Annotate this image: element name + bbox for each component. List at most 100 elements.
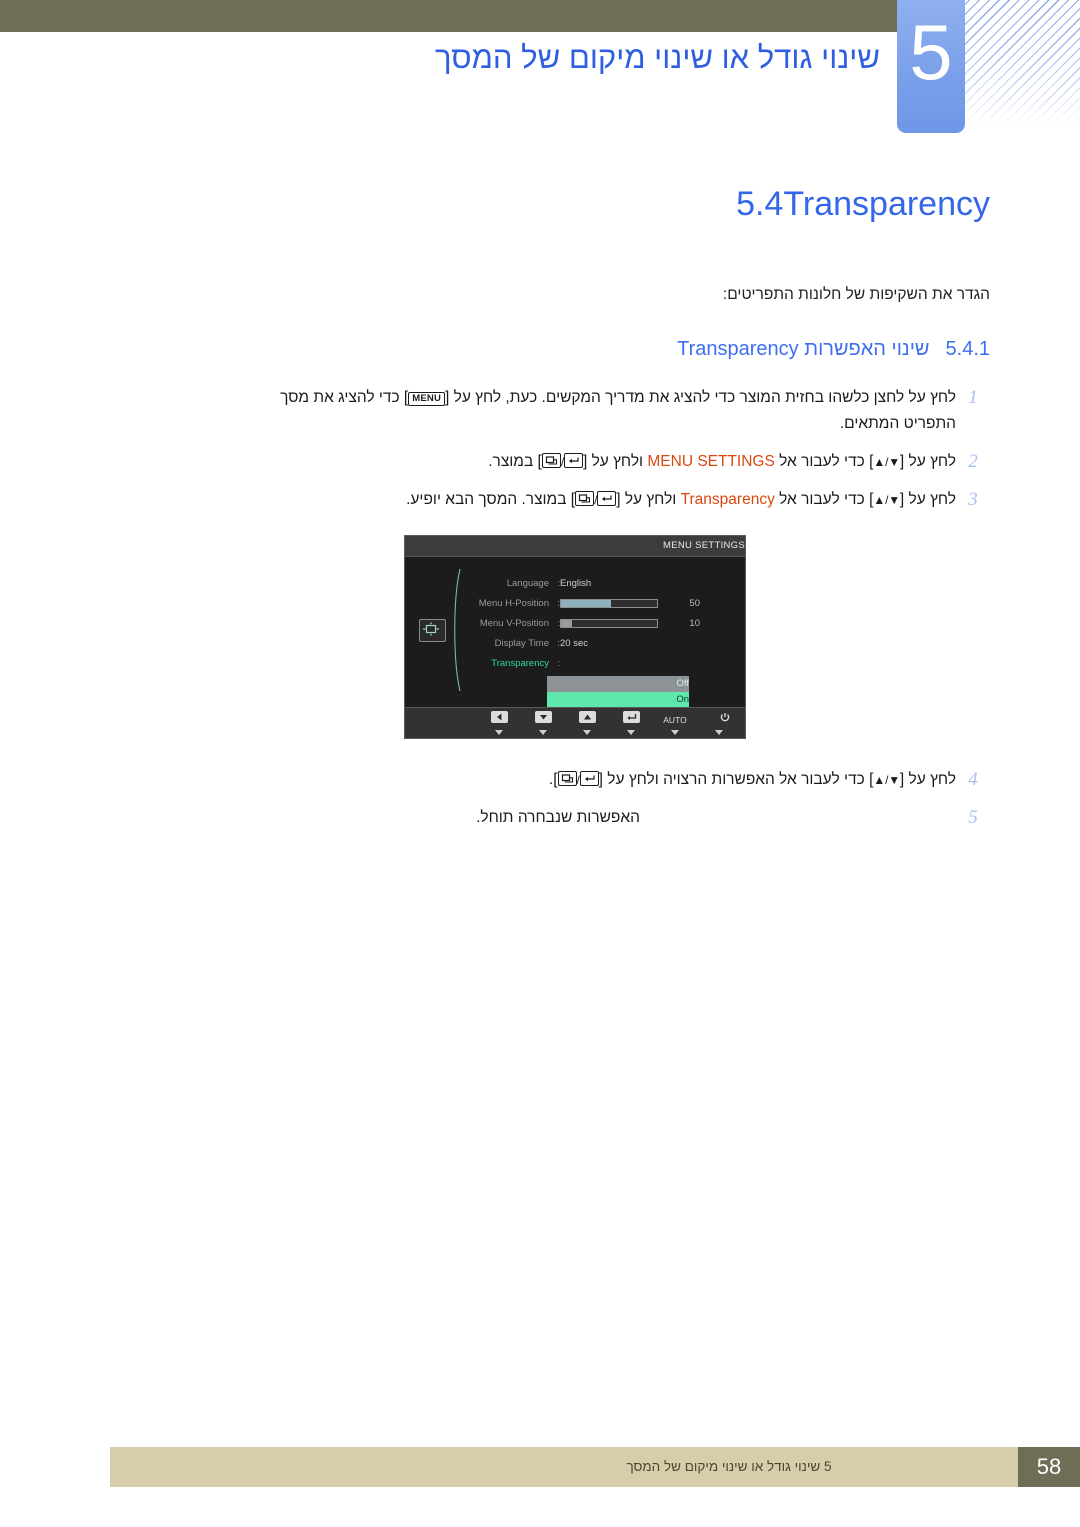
step2-text-d: ] במוצר.: [488, 453, 542, 470]
return-key-glyph: [575, 491, 595, 506]
osd-option-on[interactable]: On: [547, 692, 689, 708]
step-item: 3 לחץ על [▲/▼] כדי לעבור אל Transparency…: [160, 487, 990, 513]
osd-row-menu-h-position[interactable]: Menu H-Position : 50: [467, 593, 737, 613]
osd-slider-value: 50: [689, 597, 700, 609]
osd-brace-decoration: [454, 569, 461, 691]
step-number: 2: [968, 451, 978, 472]
osd-button-left[interactable]: [477, 708, 521, 735]
page-footer: 5 שינוי גודל או שינוי מיקום של המסך 58: [110, 1447, 1080, 1487]
osd-body: Language : English Menu H-Position : 50 …: [405, 557, 745, 716]
osd-button-down[interactable]: [521, 708, 565, 735]
menu-settings-icon: [419, 619, 446, 642]
section-title: 5.4Transparency: [110, 185, 990, 224]
osd-value: 20 sec: [560, 637, 588, 649]
section-number: 5.4: [736, 185, 784, 223]
step-number: 5: [968, 807, 978, 828]
footer-chapter-text: 5 שינוי גודל או שינוי מיקום של המסך: [626, 1459, 832, 1474]
left-arrow-icon: [490, 711, 508, 723]
osd-button-tick: [627, 730, 635, 735]
enter-key-glyph: [579, 771, 599, 786]
content-column: 5.4Transparency הגדר את השקיפות של חלונו…: [110, 185, 990, 843]
step3-text-a: לחץ על [: [899, 491, 956, 508]
step3-text-b: ] כדי לעבור אל: [779, 491, 874, 508]
osd-button-tick: [539, 730, 547, 735]
step3-text-d: ] במוצר. המסך הבא יופיע.: [406, 491, 576, 508]
step-number: 4: [968, 769, 978, 790]
step1-text-a: לחץ על לחצן כלשהו בחזית המוצר כדי להציג …: [445, 389, 956, 406]
step-text: לחץ על [▲/▼] כדי לעבור אל האפשרות הרצויה…: [160, 767, 956, 793]
osd-screenshot-figure: MENU SETTINGS Language: English Menu H-…: [404, 535, 746, 739]
osd-row-transparency[interactable]: Transparency :: [467, 653, 737, 673]
osd-slider-h-position[interactable]: [560, 598, 658, 608]
section-description: הגדר את השקיפות של חלונות התפריטים:: [722, 286, 990, 303]
osd-slider-v-position[interactable]: [560, 618, 658, 628]
step4-text-b: ] כדי לעבור אל האפשרות הרצויה ולחץ על [: [598, 771, 874, 788]
osd-colon: :: [557, 657, 560, 669]
osd-button-up[interactable]: [565, 708, 609, 735]
up-down-key-glyph: ▲/▼: [873, 455, 900, 469]
step2-text-b: ] כדי לעבור אל: [779, 453, 874, 470]
step3-text-c: ולחץ על [: [616, 491, 677, 508]
enter-key-glyph: [563, 453, 583, 468]
osd-row-display-time[interactable]: Display Time : 20 sec: [467, 633, 737, 653]
osd-button-tick: [583, 730, 591, 735]
osd-button-tick: [671, 730, 679, 735]
osd-label: Menu H-Position: [478, 597, 549, 609]
header-olive-bar: [0, 0, 900, 32]
step-number: 3: [968, 489, 978, 510]
step-number: 1: [968, 387, 978, 408]
footer-page-number: 58: [1018, 1447, 1080, 1487]
osd-button-auto[interactable]: AUTO: [653, 708, 697, 735]
chapter-title: שינוי גודל או שינוי מיקום של המסך: [435, 40, 880, 75]
osd-window: MENU SETTINGS Language: English Menu H-…: [404, 535, 746, 739]
enter-icon: [622, 711, 640, 723]
header-hatch-decoration: [955, 0, 1080, 128]
enter-key-glyph: [597, 491, 617, 506]
chapter-number-badge: 5: [897, 0, 965, 133]
osd-option-off[interactable]: Off: [547, 676, 689, 692]
subsection-number: 5.4.1: [945, 338, 990, 360]
step-text: לחץ על לחצן כלשהו בחזית המוצר כדי להציג …: [160, 385, 956, 437]
osd-label: Menu V-Position: [479, 617, 549, 629]
osd-rows: Language : English Menu H-Position : 50 …: [467, 573, 737, 673]
osd-row-language[interactable]: Language : English: [467, 573, 737, 593]
step-item: 4 לחץ על [▲/▼] כדי לעבור אל האפשרות הרצו…: [160, 767, 990, 793]
osd-button-power[interactable]: [697, 708, 741, 735]
step4-text-a: לחץ על [: [899, 771, 956, 788]
osd-button-bar: AUTO: [405, 707, 745, 738]
step1-line2: התפריט המתאים.: [839, 415, 956, 432]
step4-text-d: ].: [548, 771, 558, 788]
subsection-title: 5.4.1 שינוי האפשרות Transparency: [110, 338, 990, 361]
up-down-key-glyph: ▲/▼: [873, 773, 900, 787]
step1-text-b: ] כדי להציג את מסך: [280, 389, 409, 406]
osd-button-tick: [495, 730, 503, 735]
return-key-glyph: [541, 453, 561, 468]
highlight-menu-settings: MENU SETTINGS: [647, 453, 775, 470]
osd-label: Transparency: [491, 657, 549, 669]
step-text: לחץ על [▲/▼] כדי לעבור אל Transparency ו…: [160, 487, 956, 513]
up-down-key-glyph: ▲/▼: [873, 493, 900, 507]
osd-colon: :: [557, 577, 560, 589]
page-header: שינוי גודל או שינוי מיקום של המסך 5: [0, 0, 1080, 150]
osd-title: MENU SETTINGS: [405, 536, 745, 557]
osd-button-enter[interactable]: [609, 708, 653, 735]
subsection-title-en: Transparency: [677, 338, 799, 360]
step2-text-c: ולחץ על [: [582, 453, 644, 470]
osd-colon: :: [557, 617, 560, 629]
step2-text-a: לחץ על [: [899, 453, 956, 470]
down-arrow-icon: [534, 711, 552, 723]
osd-row-menu-v-position[interactable]: Menu V-Position : 10: [467, 613, 737, 633]
up-arrow-icon: [578, 711, 596, 723]
return-key-glyph: [557, 771, 577, 786]
subsection-title-he: שינוי האפשרות: [804, 338, 930, 360]
osd-label: Display Time: [494, 637, 549, 649]
auto-label: AUTO: [663, 715, 687, 725]
section-title-text: Transparency: [783, 185, 990, 223]
menu-key-glyph: MENU: [408, 392, 446, 406]
osd-colon: :: [557, 597, 560, 609]
step-text: האפשרות שנבחרה תוחל.: [476, 809, 640, 826]
step-item: 1 לחץ על לחצן כלשהו בחזית המוצר כדי להצי…: [160, 385, 990, 437]
osd-slider-value: 10: [689, 617, 700, 629]
steps-list: 1 לחץ על לחצן כלשהו בחזית המוצר כדי להצי…: [110, 385, 990, 831]
osd-label: Language: [506, 577, 549, 589]
